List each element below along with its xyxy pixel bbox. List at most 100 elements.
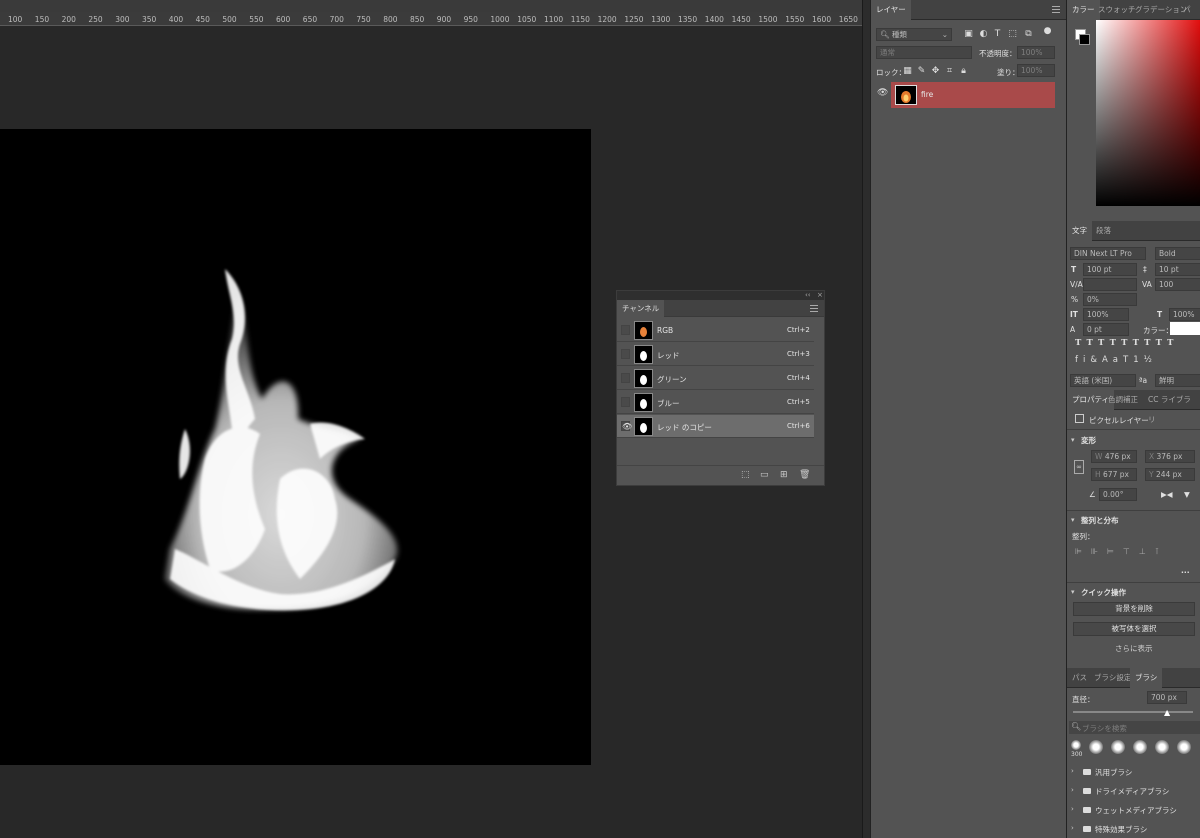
select-subject-button[interactable]: 被写体を選択 bbox=[1073, 622, 1195, 636]
opentype-buttons[interactable]: fi&AaT1½ bbox=[1075, 355, 1200, 369]
tab-cc-libraries[interactable]: CC ライブラリ bbox=[1143, 390, 1200, 424]
collapse-icon[interactable]: ‹‹ bbox=[805, 291, 811, 299]
y-value[interactable]: 244 px bbox=[1156, 470, 1182, 479]
language-select[interactable]: 英語 (米国) bbox=[1070, 374, 1136, 387]
text-color-swatch[interactable] bbox=[1170, 322, 1200, 335]
tab-character[interactable]: 文字 bbox=[1067, 221, 1092, 241]
brush-folder-row[interactable]: › ウェットメディアブラシ bbox=[1067, 802, 1200, 818]
channel-row[interactable]: レッド Ctrl+3 bbox=[617, 343, 814, 366]
chevron-right-icon[interactable]: › bbox=[1071, 786, 1074, 794]
eye-icon[interactable]: 👁︎ bbox=[621, 421, 632, 431]
eye-icon[interactable]: 👁︎ bbox=[877, 88, 888, 98]
leading-field[interactable]: 10 pt bbox=[1155, 263, 1200, 276]
lock-image-icon[interactable]: ✎ bbox=[916, 66, 927, 77]
brush-tip-preset[interactable] bbox=[1177, 740, 1191, 754]
x-value[interactable]: 376 px bbox=[1157, 452, 1183, 461]
antialias-select[interactable]: 鮮明 bbox=[1155, 374, 1200, 387]
brush-tip-preset[interactable] bbox=[1071, 740, 1081, 750]
tab-layers[interactable]: レイヤー bbox=[871, 0, 911, 20]
visibility-toggle[interactable] bbox=[621, 397, 630, 407]
brush-tip-preset[interactable] bbox=[1111, 740, 1125, 754]
brush-search-field[interactable]: 🔍︎ ブラシを検索 bbox=[1069, 721, 1200, 734]
collapse-icon[interactable]: ▾ bbox=[1071, 588, 1075, 596]
brush-folder-row[interactable]: › ドライメディアブラシ bbox=[1067, 783, 1200, 799]
font-style-select[interactable]: Bold bbox=[1155, 247, 1200, 260]
vertical-scrollbar[interactable] bbox=[862, 0, 870, 838]
lock-transparent-icon[interactable]: ▦ bbox=[902, 66, 913, 77]
collapse-icon[interactable]: ▾ bbox=[1071, 516, 1075, 524]
channel-row[interactable]: RGB Ctrl+2 bbox=[617, 319, 814, 342]
brush-folder-row[interactable]: › 特殊効果ブラシ bbox=[1067, 821, 1200, 837]
layers-tabbar: レイヤー bbox=[871, 0, 1066, 20]
kerning-field[interactable] bbox=[1083, 278, 1137, 291]
panel-menu-icon[interactable] bbox=[810, 305, 818, 312]
channel-row[interactable]: 👁︎ レッド のコピー Ctrl+6 bbox=[617, 415, 814, 438]
type-style-buttons[interactable]: TTTTTTTTT bbox=[1075, 338, 1200, 352]
vertical-scale-field[interactable]: 100% bbox=[1083, 308, 1129, 321]
visibility-toggle[interactable] bbox=[621, 325, 630, 335]
background-color-swatch[interactable] bbox=[1079, 34, 1090, 45]
lock-position-icon[interactable]: ✥ bbox=[930, 66, 941, 77]
brush-tip-preset[interactable] bbox=[1133, 740, 1147, 754]
lock-artboard-icon[interactable]: ⌗ bbox=[944, 66, 955, 77]
visibility-toggle[interactable] bbox=[621, 373, 630, 383]
horizontal-scale-field[interactable]: 100% bbox=[1169, 308, 1200, 321]
tab-paragraph[interactable]: 段落 bbox=[1091, 221, 1116, 241]
pixel-filter-icon[interactable]: ▣ bbox=[963, 29, 974, 40]
lock-all-icon[interactable]: 🔒︎ bbox=[958, 66, 969, 77]
chevron-right-icon[interactable]: › bbox=[1071, 805, 1074, 813]
type-filter-icon[interactable]: T bbox=[992, 29, 1003, 40]
color-picker-field[interactable] bbox=[1096, 20, 1200, 206]
smartobject-filter-icon[interactable]: ⧉ bbox=[1023, 29, 1034, 40]
adjustment-filter-icon[interactable]: ◐ bbox=[978, 29, 989, 40]
brush-folder-row[interactable]: › 汎用ブラシ bbox=[1067, 764, 1200, 780]
filter-toggle-icon[interactable]: ● bbox=[1042, 26, 1053, 37]
new-channel-icon[interactable]: ⊞ bbox=[780, 470, 788, 480]
channel-row[interactable]: グリーン Ctrl+4 bbox=[617, 367, 814, 390]
chevron-right-icon[interactable]: › bbox=[1071, 767, 1074, 775]
visibility-toggle[interactable] bbox=[621, 349, 630, 359]
layer-filter-select[interactable]: 🔍︎ 種類 ⌄ bbox=[876, 28, 952, 41]
tab-brushes[interactable]: ブラシ bbox=[1130, 668, 1163, 688]
opacity-field[interactable]: 100% bbox=[1017, 46, 1055, 59]
remove-background-button[interactable]: 背景を削除 bbox=[1073, 602, 1195, 616]
tab-channels[interactable]: チャンネル bbox=[617, 300, 665, 317]
document-canvas[interactable] bbox=[0, 129, 591, 765]
more-options-icon[interactable]: ... bbox=[1181, 566, 1190, 575]
close-icon[interactable]: × bbox=[817, 291, 823, 299]
tsume-field[interactable]: 0% bbox=[1083, 293, 1137, 306]
diameter-slider-thumb[interactable]: ▲ bbox=[1164, 708, 1170, 717]
load-selection-icon[interactable]: ⬚ bbox=[741, 470, 750, 480]
show-more-link[interactable]: さらに表示 bbox=[1115, 643, 1153, 654]
ruler-tick-label: 1400 bbox=[704, 15, 724, 24]
link-icon[interactable]: ∞ bbox=[1074, 460, 1084, 474]
brush-tip-preset[interactable] bbox=[1089, 740, 1103, 754]
layer-row-fire[interactable]: fire bbox=[891, 82, 1055, 108]
brush-tip-preset[interactable] bbox=[1155, 740, 1169, 754]
shape-filter-icon[interactable]: ⬚ bbox=[1007, 29, 1018, 40]
chevron-right-icon[interactable]: › bbox=[1071, 824, 1074, 832]
collapse-icon[interactable]: ▾ bbox=[1071, 436, 1075, 444]
align-buttons[interactable]: ⊫⊪⊨⊤⊥⊺ bbox=[1075, 547, 1200, 557]
fill-field[interactable]: 100% bbox=[1017, 64, 1055, 77]
channels-panel-header[interactable]: ‹‹ × bbox=[617, 291, 824, 300]
channel-row[interactable]: ブルー Ctrl+5 bbox=[617, 391, 814, 414]
flip-vertical-icon[interactable]: ▼ bbox=[1184, 490, 1190, 499]
chevron-down-icon: ⌄ bbox=[941, 30, 948, 39]
baseline-shift-field[interactable]: 0 pt bbox=[1083, 323, 1129, 336]
save-selection-icon[interactable]: ▭ bbox=[760, 470, 769, 480]
angle-field[interactable]: 0.00° bbox=[1099, 488, 1137, 501]
trash-icon[interactable]: 🗑 bbox=[799, 470, 810, 480]
tab-patterns[interactable]: パター bbox=[1178, 0, 1200, 54]
font-family-select[interactable]: DIN Next LT Pro bbox=[1070, 247, 1146, 260]
diameter-field[interactable]: 700 px bbox=[1147, 691, 1187, 704]
tab-adjustments[interactable]: 色調補正 bbox=[1103, 390, 1143, 410]
flip-horizontal-icon[interactable]: ▶◀ bbox=[1161, 490, 1173, 499]
tracking-field[interactable]: 100 bbox=[1155, 278, 1200, 291]
diameter-slider-track[interactable] bbox=[1073, 711, 1193, 713]
panel-menu-icon[interactable] bbox=[1052, 6, 1060, 13]
font-size-field[interactable]: 100 pt bbox=[1083, 263, 1137, 276]
width-value[interactable]: 476 px bbox=[1105, 452, 1131, 461]
blend-mode-select[interactable]: 通常 bbox=[876, 46, 972, 59]
height-value[interactable]: 677 px bbox=[1103, 470, 1129, 479]
